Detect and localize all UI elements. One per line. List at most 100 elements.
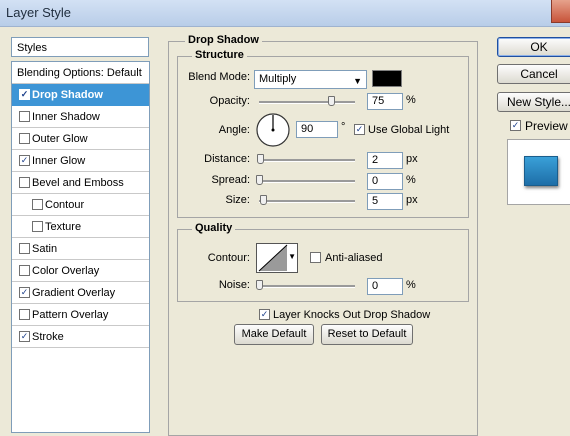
distance-slider-handle[interactable] bbox=[257, 154, 264, 164]
layer-knocks-out-checkbox[interactable]: ✓ bbox=[259, 309, 270, 320]
opacity-label: Opacity: bbox=[209, 95, 250, 107]
noise-unit: % bbox=[406, 279, 416, 291]
contour-dropdown-icon[interactable]: ▼ bbox=[288, 252, 296, 261]
style-item-checkbox[interactable] bbox=[32, 221, 43, 232]
opacity-input[interactable]: 75 bbox=[367, 93, 403, 110]
style-item[interactable]: ✓ Stroke bbox=[12, 326, 149, 348]
style-item[interactable]: ✓ Gradient Overlay bbox=[12, 282, 149, 304]
contour-curve-icon bbox=[258, 244, 288, 272]
new-style-button[interactable]: New Style... bbox=[497, 92, 570, 112]
style-item[interactable]: ✓ Drop Shadow bbox=[12, 84, 149, 106]
style-item-checkbox[interactable] bbox=[19, 133, 30, 144]
distance-unit: px bbox=[406, 153, 418, 165]
blend-mode-select[interactable]: Multiply ▼ bbox=[254, 70, 367, 89]
style-item-label: Satin bbox=[32, 243, 58, 255]
style-item-label: Drop Shadow bbox=[32, 89, 103, 101]
shadow-color-swatch[interactable] bbox=[372, 70, 402, 87]
opacity-slider-handle[interactable] bbox=[328, 96, 335, 106]
preview-label: Preview bbox=[525, 119, 568, 133]
style-item-label: Stroke bbox=[32, 331, 64, 343]
opacity-slider-track[interactable] bbox=[259, 101, 355, 104]
noise-label: Noise: bbox=[218, 279, 250, 291]
angle-input[interactable]: 90 bbox=[296, 121, 338, 138]
style-item-checkbox[interactable] bbox=[19, 265, 30, 276]
size-input[interactable]: 5 bbox=[367, 193, 403, 210]
styles-list: Blending Options: Default ✓ Drop Shadow Inn… bbox=[11, 61, 150, 433]
distance-input[interactable]: 2 bbox=[367, 152, 403, 169]
style-item-checkbox[interactable]: ✓ bbox=[19, 89, 30, 100]
style-item-checkbox[interactable] bbox=[19, 111, 30, 122]
style-item-label: Texture bbox=[45, 221, 82, 233]
size-slider-handle[interactable] bbox=[260, 195, 267, 205]
style-item[interactable]: Pattern Overlay bbox=[12, 304, 149, 326]
make-default-button[interactable]: Make Default bbox=[234, 324, 314, 345]
window-title: Layer Style bbox=[6, 5, 72, 20]
chevron-down-icon: ▼ bbox=[353, 76, 362, 86]
angle-unit: ° bbox=[341, 121, 346, 133]
distance-label: Distance: bbox=[204, 153, 250, 165]
reset-to-default-button[interactable]: Reset to Default bbox=[321, 324, 413, 345]
style-item-checkbox[interactable]: ✓ bbox=[19, 331, 30, 342]
style-item[interactable]: Inner Shadow bbox=[12, 106, 149, 128]
style-item-label: Contour bbox=[45, 199, 85, 211]
quality-group: Quality bbox=[177, 222, 469, 302]
use-global-light-checkbox[interactable]: ✓ bbox=[354, 124, 365, 135]
style-item[interactable]: ✓ Inner Glow bbox=[12, 150, 149, 172]
cancel-button[interactable]: Cancel bbox=[497, 64, 570, 84]
style-item-label: Bevel and Emboss bbox=[32, 177, 124, 189]
quality-title: Quality bbox=[192, 222, 236, 234]
style-item-label: Inner Shadow bbox=[32, 111, 100, 123]
spread-label: Spread: bbox=[211, 174, 250, 186]
size-slider-track[interactable] bbox=[259, 200, 355, 203]
contour-picker[interactable]: ▼ bbox=[256, 243, 298, 273]
close-button[interactable] bbox=[551, 0, 570, 23]
style-item[interactable]: Satin bbox=[12, 238, 149, 260]
angle-dial[interactable] bbox=[255, 112, 291, 148]
anti-aliased-label: Anti-aliased bbox=[325, 252, 383, 264]
style-item-checkbox[interactable] bbox=[19, 177, 30, 188]
preview-swatch bbox=[524, 156, 558, 186]
style-item[interactable]: Blending Options: Default bbox=[12, 62, 149, 84]
style-item-checkbox[interactable] bbox=[19, 309, 30, 320]
style-item[interactable]: Color Overlay bbox=[12, 260, 149, 282]
style-item-label: Blending Options: Default bbox=[17, 67, 142, 79]
distance-slider-track[interactable] bbox=[259, 159, 355, 162]
style-item-label: Outer Glow bbox=[32, 133, 88, 145]
spread-input[interactable]: 0 bbox=[367, 173, 403, 190]
blend-mode-value: Multiply bbox=[259, 73, 297, 85]
spread-slider-handle[interactable] bbox=[256, 175, 263, 185]
use-global-light-label: Use Global Light bbox=[368, 124, 450, 136]
layer-knocks-out-label: Layer Knocks Out Drop Shadow bbox=[273, 309, 431, 321]
angle-dial-icon bbox=[256, 113, 290, 147]
noise-slider-handle[interactable] bbox=[256, 280, 263, 290]
style-item-label: Inner Glow bbox=[32, 155, 86, 167]
spread-unit: % bbox=[406, 174, 416, 186]
drop-shadow-title: Drop Shadow bbox=[185, 34, 262, 46]
style-item[interactable]: Contour bbox=[12, 194, 149, 216]
style-item[interactable]: Bevel and Emboss bbox=[12, 172, 149, 194]
style-item-checkbox[interactable]: ✓ bbox=[19, 155, 30, 166]
styles-header[interactable]: Styles bbox=[11, 37, 149, 57]
style-item-label: Gradient Overlay bbox=[32, 287, 116, 299]
noise-input[interactable]: 0 bbox=[367, 278, 403, 295]
layer-style-dialog: Styles Blending Options: Default ✓ Drop Sh… bbox=[0, 27, 570, 436]
preview-checkbox[interactable]: ✓ bbox=[510, 120, 521, 131]
contour-label: Contour: bbox=[207, 252, 250, 264]
noise-slider-track[interactable] bbox=[259, 285, 355, 288]
style-item-checkbox[interactable] bbox=[32, 199, 43, 210]
opacity-unit: % bbox=[406, 94, 416, 106]
preview-thumbnail bbox=[507, 139, 570, 205]
title-bar[interactable]: Layer Style bbox=[0, 0, 570, 27]
structure-title: Structure bbox=[192, 49, 247, 61]
style-item-checkbox[interactable] bbox=[19, 243, 30, 254]
style-item[interactable]: Texture bbox=[12, 216, 149, 238]
angle-label: Angle: bbox=[218, 124, 250, 136]
blend-mode-label: Blend Mode: bbox=[188, 71, 250, 83]
style-item-label: Color Overlay bbox=[32, 265, 100, 277]
anti-aliased-checkbox[interactable] bbox=[310, 252, 321, 263]
style-item[interactable]: Outer Glow bbox=[12, 128, 149, 150]
spread-slider-track[interactable] bbox=[259, 180, 355, 183]
ok-button[interactable]: OK bbox=[497, 37, 570, 57]
style-item-checkbox[interactable]: ✓ bbox=[19, 287, 30, 298]
size-unit: px bbox=[406, 194, 418, 206]
